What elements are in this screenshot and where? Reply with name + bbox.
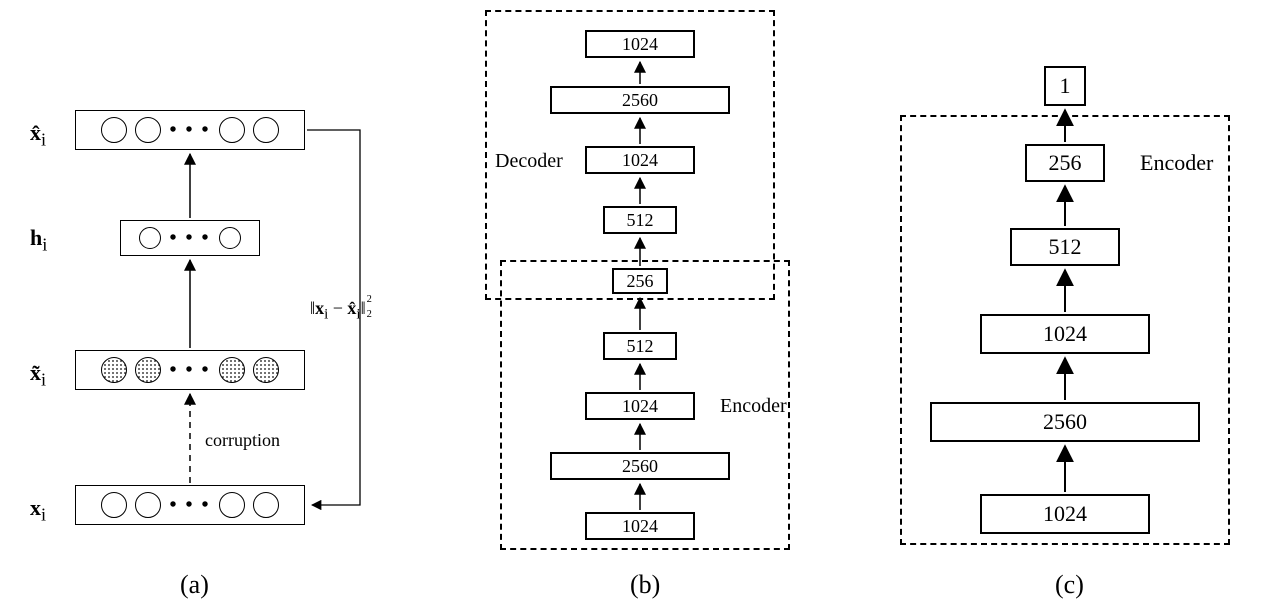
encoder-label-b: Encoder: [720, 395, 787, 418]
unit-icon: [253, 117, 279, 143]
label-x: xi: [30, 495, 46, 525]
layer-c-2: 1024: [980, 314, 1150, 354]
unit-icon: [253, 492, 279, 518]
ellipsis: • • •: [169, 495, 210, 515]
layer-c-1: 2560: [930, 402, 1200, 442]
unit-icon: [135, 117, 161, 143]
layer-c-4: 256: [1025, 144, 1105, 182]
row-h: • • •: [120, 220, 260, 256]
layer-b-4: 256: [612, 268, 668, 294]
layer-b-0: 1024: [585, 512, 695, 540]
caption-a: (a): [180, 570, 209, 600]
layer-b-2: 1024: [585, 392, 695, 420]
unit-noisy-icon: [219, 357, 245, 383]
diagram-canvas: x̂i hi x̃i xi • • • • • •: [0, 0, 1265, 616]
unit-icon: [219, 117, 245, 143]
layer-b-5: 512: [603, 206, 677, 234]
unit-icon: [139, 227, 161, 249]
ellipsis: • • •: [169, 360, 210, 380]
unit-icon: [101, 492, 127, 518]
layer-b-7: 2560: [550, 86, 730, 114]
panel-c: 1 1024 2560 1024 512 256 Encoder (c): [870, 0, 1265, 616]
corruption-label: corruption: [205, 430, 280, 451]
unit-noisy-icon: [135, 357, 161, 383]
ellipsis: • • •: [169, 120, 210, 140]
unit-noisy-icon: [253, 357, 279, 383]
loss-label: ‖xi − x̂i‖22: [310, 298, 366, 324]
ellipsis: • • •: [169, 228, 210, 248]
layer-b-6: 1024: [585, 146, 695, 174]
row-xtilde: • • •: [75, 350, 305, 390]
layer-c-0: 1024: [980, 494, 1150, 534]
label-xtilde: x̃i: [30, 360, 46, 390]
unit-icon: [101, 117, 127, 143]
row-xhat: • • •: [75, 110, 305, 150]
panel-b: 1024 2560 1024 512 256 512 1024 2560 102…: [430, 0, 850, 616]
layer-b-8: 1024: [585, 30, 695, 58]
caption-b: (b): [630, 570, 660, 600]
layer-b-1: 2560: [550, 452, 730, 480]
encoder-label-c: Encoder: [1140, 150, 1213, 176]
unit-icon: [219, 492, 245, 518]
layer-c-3: 512: [1010, 228, 1120, 266]
unit-icon: [219, 227, 241, 249]
label-h: hi: [30, 225, 47, 255]
decoder-label-b: Decoder: [495, 150, 563, 173]
unit-icon: [135, 492, 161, 518]
row-x: • • •: [75, 485, 305, 525]
unit-noisy-icon: [101, 357, 127, 383]
caption-c: (c): [1055, 570, 1084, 600]
layer-c-out: 1: [1044, 66, 1086, 106]
label-xhat: x̂i: [30, 120, 46, 150]
layer-b-3: 512: [603, 332, 677, 360]
panel-a: x̂i hi x̃i xi • • • • • •: [0, 0, 380, 616]
